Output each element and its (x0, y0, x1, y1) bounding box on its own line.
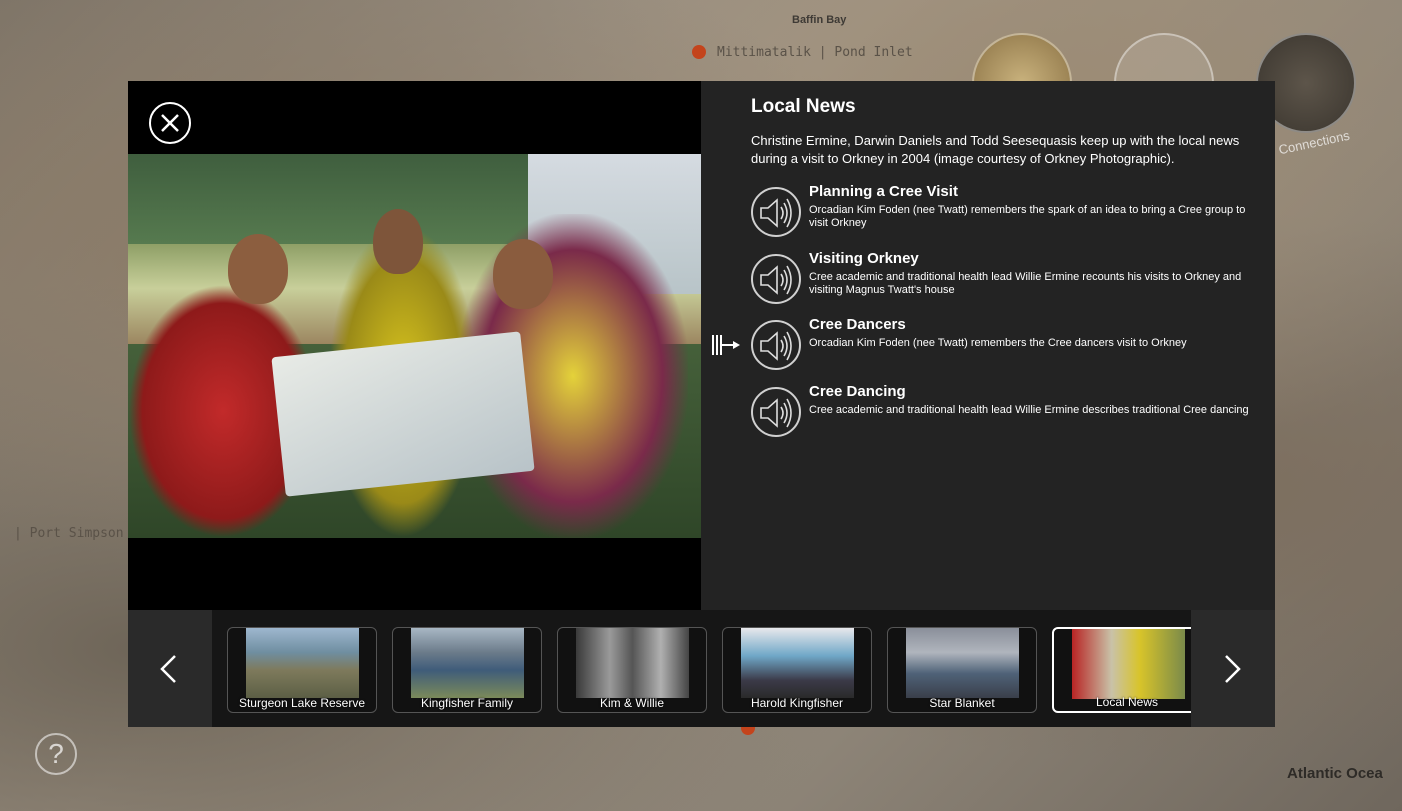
audio-title[interactable]: Visiting Orkney (809, 250, 919, 267)
chevron-left-icon (160, 655, 176, 683)
audio-description: Orcadian Kim Foden (nee Twatt) remembers… (809, 204, 1246, 229)
thumbnail-kim-willie[interactable]: Kim & Willie (557, 627, 707, 713)
close-icon (161, 114, 179, 132)
thumbnail-label: Harold Kingfisher (750, 696, 844, 710)
map-label-port-simpson[interactable]: | Port Simpson (14, 526, 124, 541)
media-modal: Local News Christine Ermine, Darwin Dani… (128, 81, 1275, 727)
thumbnail-label: Kim & Willie (599, 696, 664, 710)
now-playing-icon (712, 335, 740, 355)
audio-item[interactable]: Planning a Cree Visit Orcadian Kim Foden… (751, 183, 1266, 250)
audio-title[interactable]: Planning a Cree Visit (809, 183, 958, 200)
audio-list: Planning a Cree Visit Orcadian Kim Foden… (751, 183, 1266, 449)
thumbnail-strip: Sturgeon Lake Reserve Kingfisher Family … (128, 610, 1275, 727)
audio-description: Cree academic and traditional health lea… (809, 403, 1249, 416)
thumbnail-local-news[interactable]: Local News (1052, 627, 1192, 713)
chevron-right-icon (1225, 655, 1241, 683)
map-label-baffin-bay: Baffin Bay (792, 14, 847, 26)
audio-title[interactable]: Cree Dancers (809, 316, 906, 333)
thumbnail-label: Local News (1095, 695, 1159, 709)
thumbnail-label: Sturgeon Lake Reserve (238, 696, 366, 710)
audio-item[interactable]: Cree Dancing Cree academic and tradition… (751, 383, 1266, 450)
thumbnail-star-blanket[interactable]: Star Blanket (887, 627, 1037, 713)
image-pane (128, 81, 701, 610)
speaker-icon[interactable] (751, 386, 801, 437)
info-title: Local News (751, 96, 856, 117)
map-label-pond-inlet[interactable]: Mittimatalik | Pond Inlet (717, 45, 913, 60)
audio-description: Orcadian Kim Foden (nee Twatt) remembers… (809, 337, 1187, 349)
speaker-icon[interactable] (751, 253, 801, 304)
audio-title[interactable]: Cree Dancing (809, 383, 906, 400)
help-icon: ? (48, 738, 64, 769)
thumbnail-label: Star Blanket (929, 696, 995, 710)
audio-description: Cree academic and traditional health lea… (809, 270, 1242, 296)
audio-item[interactable]: Visiting Orkney Cree academic and tradit… (751, 250, 1266, 317)
thumbnail-harold-kingfisher[interactable]: Harold Kingfisher (722, 627, 872, 713)
help-button[interactable]: ? (35, 733, 77, 775)
prev-button[interactable] (128, 610, 212, 727)
info-description: Christine Ermine, Darwin Daniels and Tod… (751, 133, 1240, 166)
close-button[interactable] (149, 102, 191, 144)
main-photo (128, 154, 701, 538)
speaker-icon[interactable] (751, 187, 801, 237)
thumbnail-kingfisher-family[interactable]: Kingfisher Family (392, 627, 542, 713)
speaker-icon[interactable] (751, 320, 801, 370)
map-label-atlantic: Atlantic Ocea (1287, 765, 1383, 782)
thumbnail-sturgeon-lake-reserve[interactable]: Sturgeon Lake Reserve (227, 627, 377, 713)
next-button[interactable] (1191, 610, 1275, 727)
thumbnail-list: Sturgeon Lake Reserve Kingfisher Family … (227, 627, 1192, 714)
audio-item-playing[interactable]: Cree Dancers Orcadian Kim Foden (nee Twa… (751, 316, 1266, 383)
info-pane: Local News Christine Ermine, Darwin Dani… (701, 81, 1275, 610)
thumbnail-label: Kingfisher Family (420, 696, 514, 710)
map-pin[interactable] (692, 45, 706, 59)
